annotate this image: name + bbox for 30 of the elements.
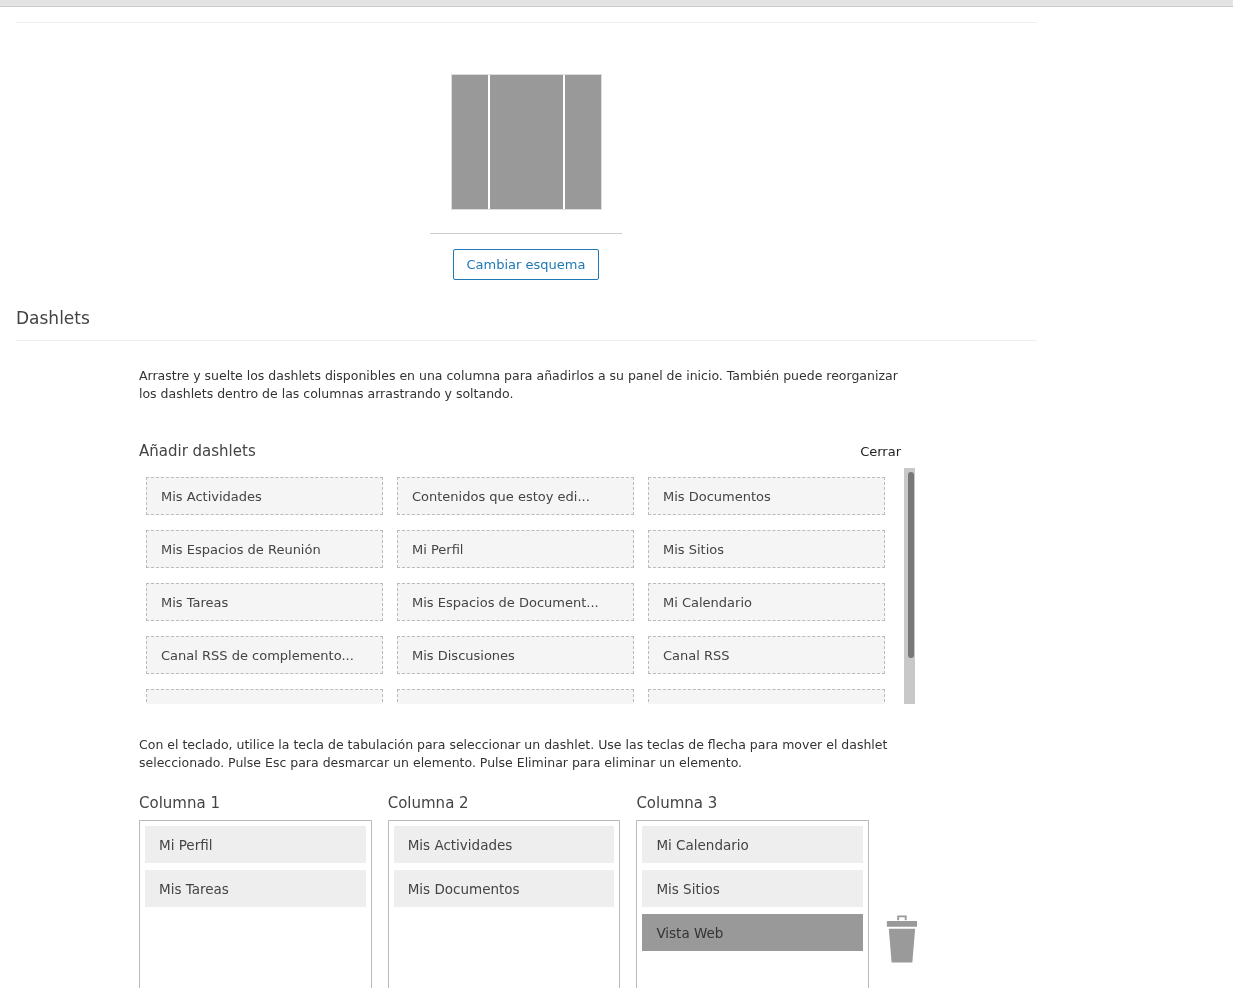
column-title: Columna 2: [387, 794, 470, 812]
dashlet-item[interactable]: Mis Discusiones: [397, 636, 634, 674]
dashlet-item[interactable]: Mis Sitios: [648, 530, 885, 568]
column-dashlet[interactable]: Mi Calendario: [642, 826, 864, 863]
instructions-text: Arrastre y suelte los dashlets disponibles en una columna para añadirlos a su panel de inicio. También puede reorganizar los dashlets dentro de las columnas arrastrando y soltando.: [139, 367, 899, 403]
dashlet-item[interactable]: Mis Espacios de Reunión: [146, 530, 383, 568]
column-dashlet[interactable]: Mis Tareas: [145, 870, 366, 907]
column-dashlet[interactable]: Mi Perfil: [145, 826, 366, 863]
dashlet-item[interactable]: Canal RSS de complemento...: [146, 636, 383, 674]
keyboard-help-text: Con el teclado, utilice la tecla de tabulación para seleccionar un dashlet. Use las teclas de flecha para mover el dashlet seleccionado. Pulse Esc para desmarcar un elemento. Pulse Eliminar para eliminar un elemento.: [139, 736, 889, 772]
dashlet-item[interactable]: Mis Tareas: [146, 583, 383, 621]
add-dashlets-title: Añadir dashlets: [139, 442, 256, 460]
dashlet-item[interactable]: Mis Documentos: [648, 477, 885, 515]
dashlet-item[interactable]: Contenidos que estoy edi...: [397, 477, 634, 515]
dashlet-item[interactable]: Mi Perfil: [397, 530, 634, 568]
column-title: Columna 1: [139, 794, 221, 812]
column-dashlet[interactable]: Mis Actividades: [393, 826, 615, 863]
section-title: Dashlets: [16, 308, 91, 330]
scrollbar[interactable]: [904, 468, 915, 704]
dashlet-item[interactable]: Canal RSS: [648, 636, 885, 674]
column-dashlet[interactable]: Mis Sitios: [642, 870, 864, 907]
column-title: Columna 3: [636, 794, 719, 812]
column-dashlet[interactable]: Mis Documentos: [393, 870, 615, 907]
column-dashlet[interactable]: Vista Web: [642, 914, 864, 951]
close-link[interactable]: Cerrar: [860, 443, 901, 459]
change-layout-button[interactable]: Cambiar esquema: [452, 249, 600, 280]
trash-icon[interactable]: [885, 912, 919, 966]
dashlet-item[interactable]: Mi Calendario: [648, 583, 885, 621]
dashlet-item[interactable]: Mis Actividades: [146, 477, 383, 515]
dashlet-item[interactable]: Mis Espacios de Document...: [397, 583, 634, 621]
